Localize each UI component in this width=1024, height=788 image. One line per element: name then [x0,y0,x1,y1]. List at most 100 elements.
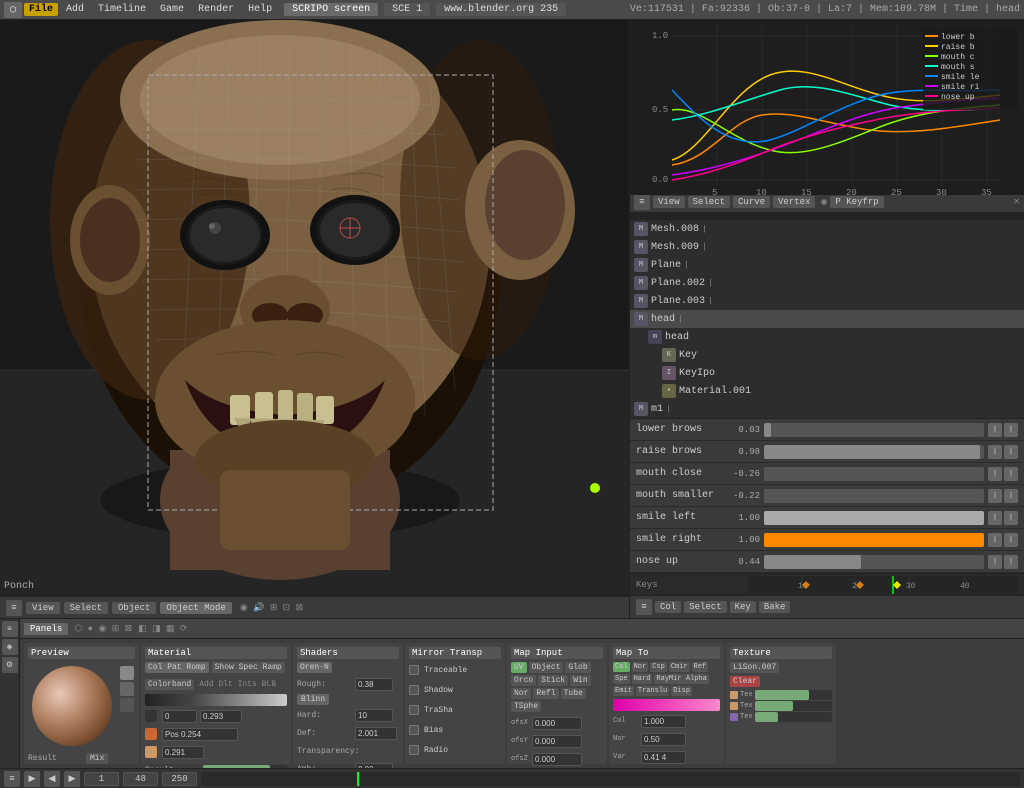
bottom-bar-icon[interactable]: ≡ [2,621,18,637]
bottom-panel-icon[interactable]: ◈ [2,639,18,655]
outliner-item[interactable]: I KeyIpo [630,364,1024,382]
tab-sce1[interactable]: SCE 1 [384,3,430,16]
ofsy-input[interactable] [532,735,582,748]
viewport-menu-icon[interactable]: ≡ [6,600,22,616]
menu-timeline[interactable]: Timeline [92,3,152,16]
tl-play-btn[interactable]: ▶ [24,771,40,787]
blinn-btn[interactable]: Blinn [297,694,329,705]
sk-row-slider[interactable] [764,555,984,569]
trasha-check[interactable] [409,705,419,715]
tsphe-btn[interactable]: TSphe [511,701,541,712]
col-pat-romp-btn[interactable]: Col Pat Romp [145,662,209,673]
col-val-input[interactable] [641,715,686,728]
spec-ramp-btn[interactable]: Show Spec Ramp [212,662,285,673]
tex-slider-1[interactable] [755,690,832,700]
graph-editor[interactable]: 1.0 0.5 0.0 5 [630,20,1024,220]
outliner-item[interactable]: M Mesh.008 | [630,220,1024,238]
sk-icon-2[interactable]: | [1004,533,1018,547]
menu-add[interactable]: Add [60,3,90,16]
tl-next-btn[interactable]: ▶ [64,771,80,787]
colorband-btn[interactable]: Colorband [145,679,194,690]
outliner-item[interactable]: M Plane.002 | [630,274,1024,292]
traceable-check[interactable] [409,665,419,675]
sk-row-slider[interactable] [764,489,984,503]
outliner-item[interactable]: M head | [630,310,1024,328]
outliner-item[interactable]: • Material.001 [630,382,1024,400]
sk-key-btn[interactable]: Key [730,601,756,613]
tex-slider-3[interactable] [755,712,832,722]
sk-row-slider[interactable] [764,533,984,547]
sk-icon-2[interactable]: | [1004,555,1018,569]
clear-btn[interactable]: Clear [730,676,760,687]
sk-menu-icon[interactable]: ≡ [636,599,652,615]
stick-btn[interactable]: Stick [538,675,568,686]
ofsz-input[interactable] [532,753,582,766]
hard-input[interactable] [355,709,393,722]
color-map-bar[interactable] [613,699,720,711]
shadow-check[interactable] [409,685,419,695]
timeline-scrubber[interactable] [201,772,1020,786]
graph-view-btn[interactable]: View [653,196,685,208]
spec-map-btn[interactable]: Spe [613,674,630,684]
tl-start-frame[interactable]: 1 [84,772,119,786]
raymir-btn[interactable]: RayMir Alpha [654,674,708,684]
color-a-input[interactable] [162,746,204,759]
sk-icon-2[interactable]: | [1004,423,1018,437]
tab-scripo[interactable]: SCRIPO screen [284,3,378,16]
cmir-btn[interactable]: Cmir [669,662,690,672]
color-g-input[interactable] [200,710,242,723]
sk-row-slider[interactable] [764,511,984,525]
graph-vertex-btn[interactable]: Vertex [773,196,815,208]
nor-map-btn[interactable]: Nor [632,662,649,672]
sk-icon-1[interactable]: | [988,423,1002,437]
tl-current-frame[interactable]: 48 [123,772,158,786]
bias-check[interactable] [409,725,419,735]
tl-menu-icon[interactable]: ≡ [4,771,20,787]
preview-ctrl-3[interactable] [120,698,134,712]
tex-name-btn[interactable]: LiSon.007 [730,662,779,673]
def-input[interactable] [355,727,397,740]
tl-end-frame[interactable]: 250 [162,772,197,786]
sk-bake-btn[interactable]: Bake [759,601,791,613]
menu-help[interactable]: Help [242,3,278,16]
menu-file[interactable]: File [24,3,58,16]
select-button[interactable]: Select [64,602,108,614]
sk-icon-1[interactable]: | [988,555,1002,569]
sk-select-btn[interactable]: Select [684,601,726,613]
bottom-settings-icon[interactable]: ⚙ [2,657,18,673]
sk-icon-1[interactable]: | [988,511,1002,525]
sk-row-slider[interactable] [764,445,984,459]
color-gradient-bar[interactable] [145,694,287,706]
glob-btn[interactable]: Glob [565,662,590,673]
amb-input[interactable] [355,763,393,769]
panels-tab[interactable]: Panels [24,623,68,635]
preview-ctrl-1[interactable] [120,666,134,680]
tube-btn[interactable]: Tube [561,688,586,699]
sk-icon-2[interactable]: | [1004,467,1018,481]
sk-icon-1[interactable]: | [988,445,1002,459]
oren-n-btn[interactable]: Oren-N [297,662,332,673]
tl-prev-btn[interactable]: ◀ [44,771,60,787]
viewport[interactable]: Ponch ≡ View Select Object Object Mode ◉… [0,20,630,618]
preview-ctrl-2[interactable] [120,682,134,696]
sk-icon-1[interactable]: | [988,467,1002,481]
color-r-input[interactable] [162,710,197,723]
ofsx-input[interactable] [532,717,582,730]
win-btn[interactable]: Win [570,675,590,686]
hard-map-btn[interactable]: Hard [632,674,653,684]
sk-icon-1[interactable]: | [988,533,1002,547]
outliner-item[interactable]: m head [630,328,1024,346]
col-btn[interactable]: Col [613,662,630,672]
refl-btn[interactable]: Refl [533,688,558,699]
graph-menu-icon[interactable]: ≡ [634,194,650,210]
sk-icon-2[interactable]: | [1004,511,1018,525]
object-button[interactable]: Object [112,602,156,614]
object-mode-button[interactable]: Object Mode [160,602,231,614]
graph-close[interactable]: ✕ [1013,197,1020,207]
color-swatch-light[interactable] [145,746,157,758]
menu-render[interactable]: Render [192,3,240,16]
sk-row-slider[interactable] [764,467,984,481]
disp-btn[interactable]: Disp [671,686,692,696]
mix-btn[interactable]: Mix [86,753,108,764]
object-btn[interactable]: Object [529,662,564,673]
